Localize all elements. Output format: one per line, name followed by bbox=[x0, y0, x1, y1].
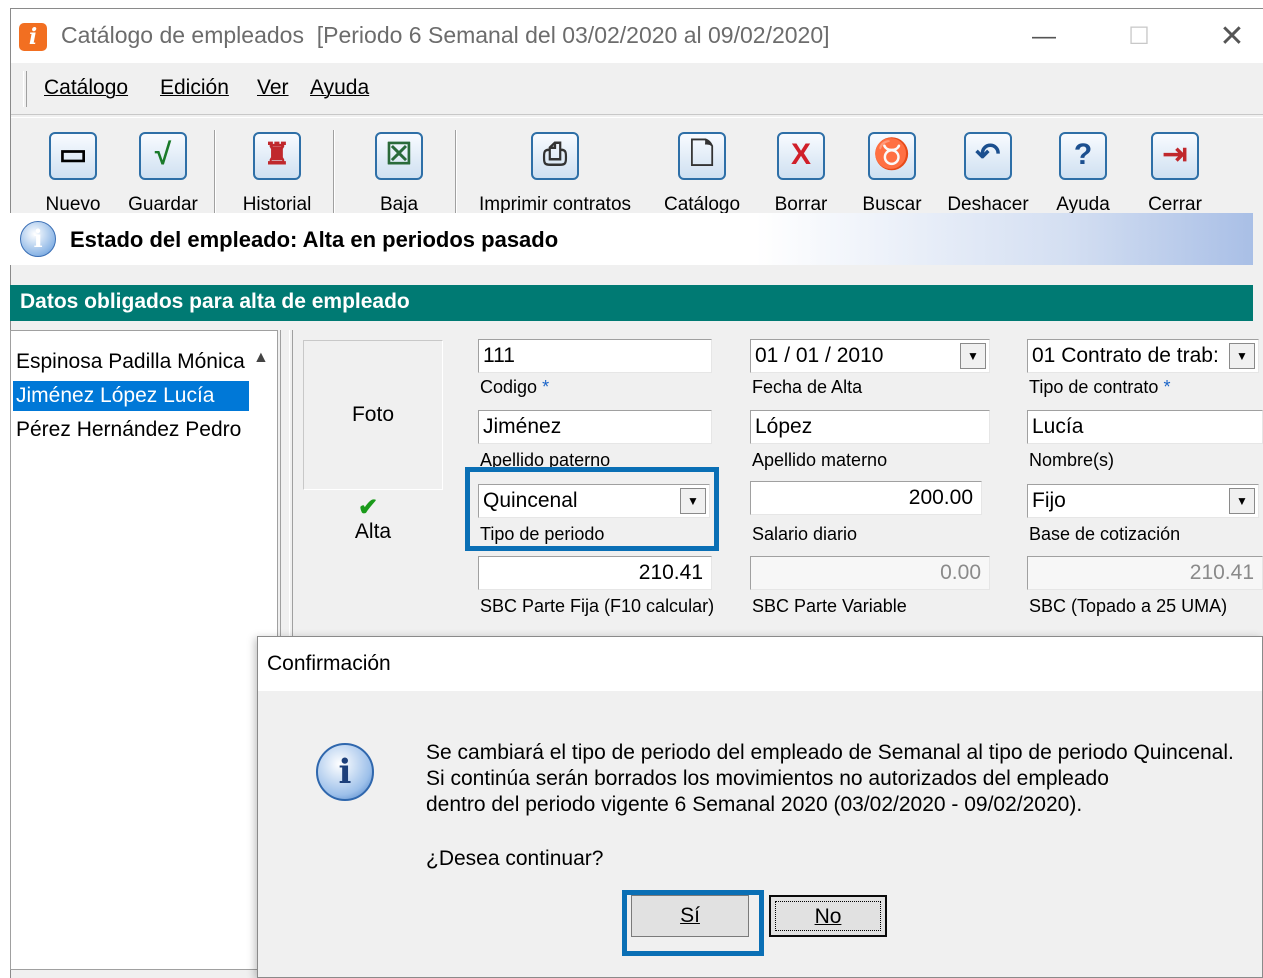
delete-x-icon: X bbox=[777, 132, 825, 180]
scroll-up-arrow-icon[interactable]: ▲ bbox=[253, 349, 269, 367]
printer-icon: ⎙ bbox=[531, 132, 579, 180]
toolbar-separator bbox=[455, 130, 457, 216]
alta-label: Alta bbox=[354, 520, 392, 543]
delete-button[interactable]: X Borrar bbox=[761, 132, 841, 222]
checkmark-save-icon: √ bbox=[139, 132, 187, 180]
employee-list[interactable]: Espinosa Padilla Mónica Jiménez López Lu… bbox=[10, 330, 278, 970]
catalog-search-icon: 🗋 bbox=[678, 132, 726, 180]
save-button[interactable]: √ Guardar bbox=[119, 132, 207, 222]
section-title: Datos obligados para alta de empleado bbox=[10, 285, 1253, 321]
window-title: Catálogo de empleados [Periodo 6 Semanal… bbox=[61, 22, 830, 48]
nombre-label: Nombre(s) bbox=[1029, 450, 1115, 470]
photo-label: Foto bbox=[351, 403, 395, 426]
yes-button-highlight bbox=[622, 890, 764, 956]
base-cotizacion-value: Fijo bbox=[1032, 489, 1066, 512]
catalog-button[interactable]: 🗋 Catálogo bbox=[651, 132, 753, 222]
menu-ver[interactable]: Ver bbox=[257, 76, 289, 100]
apellido-paterno-field[interactable]: Jiménez bbox=[478, 410, 712, 444]
help-question-icon: ? bbox=[1059, 132, 1107, 180]
info-icon: i bbox=[20, 221, 56, 257]
menu-catalogo[interactable]: Catálogo bbox=[44, 76, 128, 100]
sbc-topado-field: 210.41 bbox=[1027, 556, 1263, 590]
menu-edicion[interactable]: Edición bbox=[160, 76, 229, 100]
fecha-alta-label: Fecha de Alta bbox=[752, 377, 863, 397]
sbc-variable-label: SBC Parte Variable bbox=[752, 596, 907, 616]
sbc-variable-field: 0.00 bbox=[750, 556, 990, 590]
chevron-down-icon[interactable]: ▼ bbox=[1229, 488, 1255, 514]
history-button[interactable]: ♜ Historial bbox=[225, 132, 329, 222]
help-button[interactable]: ? Ayuda bbox=[1045, 132, 1121, 222]
undo-icon: ↶ bbox=[964, 132, 1012, 180]
dialog-question: ¿Desea continuar? bbox=[426, 847, 604, 870]
search-button[interactable]: ♉ Buscar bbox=[849, 132, 935, 222]
tipo-contrato-value: 01 Contrato de trab: bbox=[1032, 344, 1219, 367]
nombre-field[interactable]: Lucía bbox=[1027, 410, 1263, 444]
new-document-icon: ▭ bbox=[49, 132, 97, 180]
dialog-message-line: dentro del periodo vigente 6 Semanal 202… bbox=[426, 793, 1083, 816]
dialog-message-line: Si continúa serán borrados los movimient… bbox=[426, 767, 1109, 790]
sbc-topado-label: SBC (Topado a 25 UMA) bbox=[1029, 596, 1228, 616]
dialog-title: Confirmación bbox=[258, 637, 1262, 691]
chevron-down-icon[interactable]: ▼ bbox=[960, 343, 986, 369]
history-people-icon: ♜ bbox=[253, 132, 301, 180]
app-logo-icon: i bbox=[19, 23, 47, 51]
no-button[interactable]: No bbox=[769, 895, 887, 937]
dialog-message-line: Se cambiará el tipo de periodo del emple… bbox=[426, 741, 1234, 764]
sbc-fija-label: SBC Parte Fija (F10 calcular) bbox=[480, 596, 715, 616]
checkmark-icon: ✔ bbox=[358, 494, 379, 521]
minimize-button[interactable]: — bbox=[1021, 17, 1067, 57]
sbc-fija-field[interactable]: 210.41 bbox=[478, 556, 712, 590]
toolbar-separator bbox=[214, 130, 216, 216]
undo-button[interactable]: ↶ Deshacer bbox=[939, 132, 1037, 222]
codigo-label: Codigo * bbox=[480, 377, 550, 397]
apellido-materno-field[interactable]: López bbox=[750, 410, 990, 444]
chevron-down-icon[interactable]: ▼ bbox=[1229, 343, 1255, 369]
employee-status-text: Estado del empleado: Alta en periodos pa… bbox=[70, 227, 559, 252]
list-item[interactable]: Pérez Hernández Pedro bbox=[13, 415, 249, 445]
toolbar-separator bbox=[333, 130, 335, 216]
remove-employee-icon: ☒ bbox=[375, 132, 423, 180]
fecha-alta-field[interactable]: 01 / 01 / 2010 ▼ bbox=[750, 339, 990, 373]
list-item-selected[interactable]: Jiménez López Lucía bbox=[13, 381, 249, 411]
baja-button[interactable]: ☒ Baja bbox=[347, 132, 451, 222]
close-window-button[interactable]: ✕ bbox=[1209, 17, 1255, 57]
exit-door-icon: ⇥ bbox=[1151, 132, 1199, 180]
new-button[interactable]: ▭ Nuevo bbox=[31, 132, 115, 222]
codigo-field[interactable]: 111 bbox=[478, 339, 712, 373]
title-bar: i Catálogo de empleados [Periodo 6 Seman… bbox=[11, 9, 1263, 63]
binoculars-icon: ♉ bbox=[868, 132, 916, 180]
info-icon: i bbox=[316, 743, 374, 801]
menu-grip[interactable] bbox=[23, 71, 27, 107]
base-cotizacion-select[interactable]: Fijo ▼ bbox=[1027, 484, 1259, 518]
print-contracts-button[interactable]: ⎙ Imprimir contratos bbox=[465, 132, 645, 222]
tipo-periodo-highlight bbox=[465, 467, 719, 551]
maximize-button[interactable]: ☐ bbox=[1116, 17, 1162, 57]
apellido-materno-label: Apellido materno bbox=[752, 450, 888, 470]
menu-ayuda[interactable]: Ayuda bbox=[310, 76, 369, 100]
close-button[interactable]: ⇥ Cerrar bbox=[1137, 132, 1213, 222]
list-item[interactable]: Espinosa Padilla Mónica bbox=[13, 347, 249, 377]
photo-box[interactable]: Foto bbox=[303, 340, 443, 490]
employee-status-bar: i Estado del empleado: Alta en periodos … bbox=[10, 213, 1253, 265]
toolbar: ▭ Nuevo √ Guardar ♜ Historial ☒ Baja ⎙ I… bbox=[11, 117, 1263, 221]
tipo-contrato-label: Tipo de contrato * bbox=[1029, 377, 1171, 397]
base-cotizacion-label: Base de cotización bbox=[1029, 524, 1181, 544]
fecha-alta-value: 01 / 01 / 2010 bbox=[755, 344, 884, 367]
salario-diario-label: Salario diario bbox=[752, 524, 858, 544]
salario-diario-field[interactable]: 200.00 bbox=[750, 481, 982, 515]
menu-bar: Catálogo Edición Ver Ayuda bbox=[11, 63, 1263, 115]
tipo-contrato-select[interactable]: 01 Contrato de trab: ▼ bbox=[1027, 339, 1259, 373]
